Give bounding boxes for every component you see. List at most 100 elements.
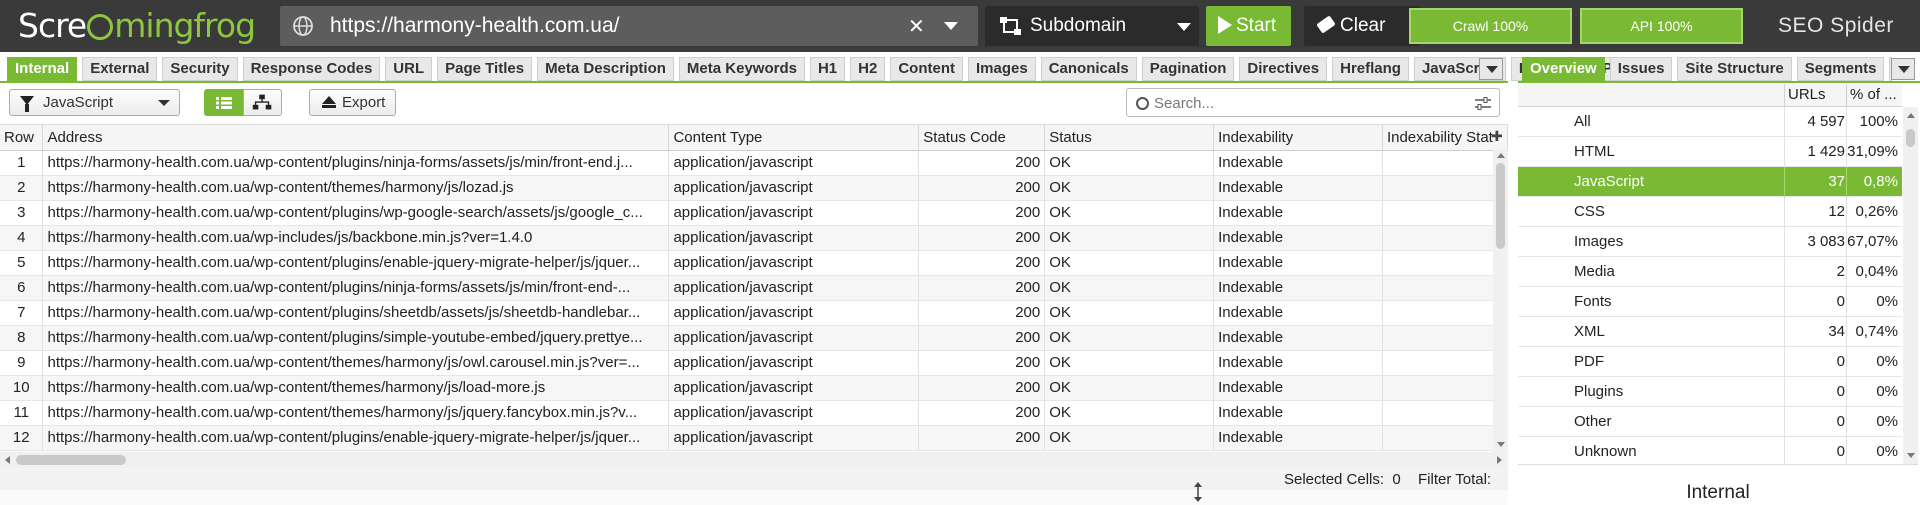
tab-h1[interactable]: H1 [809, 57, 846, 81]
scroll-up-icon[interactable] [1497, 153, 1505, 158]
table-cell[interactable]: application/javascript [668, 350, 920, 376]
url-history-chevron-icon[interactable] [944, 22, 958, 30]
scroll-thumb[interactable] [1906, 129, 1915, 147]
panel-divider[interactable] [1508, 84, 1518, 505]
tree-view-button[interactable] [243, 89, 282, 116]
table-row[interactable]: 2 https://harmony-health.com.ua/wp-conten… [0, 175, 1508, 201]
overview-item-html[interactable]: HTML 1 429 31,09% [1518, 137, 1902, 167]
scroll-right-icon[interactable] [1497, 456, 1502, 464]
col-urls-header[interactable]: URLs [1788, 86, 1826, 103]
table-cell[interactable]: application/javascript [668, 250, 920, 276]
table-cell[interactable]: Indexable [1213, 225, 1383, 251]
overview-item-fonts[interactable]: Fonts 0 0% [1518, 287, 1902, 317]
right-tab-issues[interactable]: Issues [1609, 57, 1673, 81]
table-cell[interactable]: https://harmony-health.com.ua/wp-content… [42, 150, 670, 176]
table-cell[interactable]: https://harmony-health.com.ua/wp-content… [42, 425, 670, 451]
table-cell[interactable]: Indexable [1213, 400, 1383, 426]
tab-external[interactable]: External [82, 57, 158, 81]
table-cell[interactable]: 200 [918, 225, 1046, 251]
table-cell[interactable]: application/javascript [668, 150, 920, 176]
more-right-tabs-icon[interactable] [1891, 58, 1915, 80]
table-cell[interactable]: application/javascript [668, 275, 920, 301]
col-percent-header[interactable]: % of ... [1850, 86, 1897, 103]
overview-item-css[interactable]: CSS 12 0,26% [1518, 197, 1902, 227]
table-cell[interactable]: https://harmony-health.com.ua/wp-content… [42, 250, 670, 276]
overview-item-other[interactable]: Other 0 0% [1518, 407, 1902, 437]
right-tab-segments[interactable]: Segments [1796, 57, 1885, 81]
table-cell[interactable]: 200 [918, 300, 1046, 326]
table-cell[interactable]: 200 [918, 175, 1046, 201]
table-cell[interactable] [1382, 375, 1508, 401]
url-input[interactable]: https://harmony-health.com.ua/ [330, 14, 619, 38]
table-horizontal-scrollbar[interactable] [0, 452, 1508, 468]
resize-handle-icon[interactable] [1192, 481, 1204, 503]
table-cell[interactable] [1382, 425, 1508, 451]
scroll-left-icon[interactable] [5, 456, 10, 464]
start-button[interactable]: Start [1206, 6, 1291, 46]
table-cell[interactable]: 4 [0, 225, 44, 251]
table-cell[interactable] [1382, 250, 1508, 276]
table-cell[interactable]: Indexable [1213, 200, 1383, 226]
table-cell[interactable]: OK [1044, 425, 1215, 451]
tab-internal[interactable]: Internal [7, 57, 78, 81]
table-cell[interactable] [1382, 175, 1508, 201]
scroll-down-icon[interactable] [1907, 453, 1915, 458]
right-tab-site-structure[interactable]: Site Structure [1677, 57, 1792, 81]
table-cell[interactable]: 200 [918, 325, 1046, 351]
table-row[interactable]: 6 https://harmony-health.com.ua/wp-conten… [0, 275, 1508, 301]
right-panel-scrollbar[interactable] [1903, 107, 1918, 464]
table-row[interactable]: 5 https://harmony-health.com.ua/wp-conten… [0, 250, 1508, 276]
table-cell[interactable]: https://harmony-health.com.ua/wp-content… [42, 200, 670, 226]
table-cell[interactable]: OK [1044, 400, 1215, 426]
table-cell[interactable]: https://harmony-health.com.ua/wp-content… [42, 275, 670, 301]
table-cell[interactable]: application/javascript [668, 175, 920, 201]
table-cell[interactable]: Indexable [1213, 300, 1383, 326]
table-row[interactable]: 7 https://harmony-health.com.ua/wp-conten… [0, 300, 1508, 326]
table-cell[interactable]: Indexable [1213, 350, 1383, 376]
table-cell[interactable]: Indexable [1213, 325, 1383, 351]
column-header[interactable]: Row [0, 125, 44, 151]
table-cell[interactable]: Indexable [1213, 250, 1383, 276]
column-header[interactable]: Status Code [918, 125, 1046, 151]
tab-canonicals[interactable]: Canonicals [1040, 57, 1137, 81]
crawl-mode-select[interactable]: Subdomain [985, 6, 1199, 46]
table-cell[interactable]: 12 [0, 425, 44, 451]
table-cell[interactable]: 6 [0, 275, 44, 301]
tab-url[interactable]: URL [385, 57, 433, 81]
right-tab-overview[interactable]: Overview [1522, 57, 1605, 81]
table-cell[interactable]: OK [1044, 150, 1215, 176]
scroll-up-icon[interactable] [1907, 113, 1915, 118]
table-cell[interactable]: 9 [0, 350, 44, 376]
tab-content[interactable]: Content [890, 57, 963, 81]
table-cell[interactable] [1382, 350, 1508, 376]
table-cell[interactable]: 200 [918, 250, 1046, 276]
table-cell[interactable]: https://harmony-health.com.ua/wp-content… [42, 400, 670, 426]
table-cell[interactable]: Indexable [1213, 275, 1383, 301]
table-cell[interactable]: 200 [918, 200, 1046, 226]
table-vertical-scrollbar[interactable] [1493, 149, 1508, 456]
overview-item-xml[interactable]: XML 34 0,74% [1518, 317, 1902, 347]
table-cell[interactable]: application/javascript [668, 225, 920, 251]
filter-select[interactable]: JavaScript [9, 89, 180, 116]
table-cell[interactable]: Indexable [1213, 175, 1383, 201]
list-view-button[interactable] [204, 89, 243, 116]
column-header[interactable]: Indexability Stat [1382, 125, 1508, 151]
table-cell[interactable]: 200 [918, 150, 1046, 176]
tab-meta-keywords[interactable]: Meta Keywords [678, 57, 805, 81]
tab-page-titles[interactable]: Page Titles [437, 57, 533, 81]
table-cell[interactable]: 1 [0, 150, 44, 176]
export-button[interactable]: Export [309, 89, 396, 116]
search-box[interactable] [1126, 88, 1500, 117]
table-cell[interactable]: OK [1044, 250, 1215, 276]
scroll-down-icon[interactable] [1497, 442, 1505, 447]
column-header[interactable]: Indexability [1213, 125, 1383, 151]
table-row[interactable]: 9 https://harmony-health.com.ua/wp-conten… [0, 350, 1508, 376]
table-cell[interactable]: 7 [0, 300, 44, 326]
table-cell[interactable]: application/javascript [668, 400, 920, 426]
table-row[interactable]: 1 https://harmony-health.com.ua/wp-conten… [0, 150, 1508, 176]
table-cell[interactable]: 10 [0, 375, 44, 401]
overview-item-media[interactable]: Media 2 0,04% [1518, 257, 1902, 287]
table-cell[interactable]: application/javascript [668, 300, 920, 326]
table-cell[interactable]: https://harmony-health.com.ua/wp-content… [42, 325, 670, 351]
table-cell[interactable]: https://harmony-health.com.ua/wp-content… [42, 350, 670, 376]
